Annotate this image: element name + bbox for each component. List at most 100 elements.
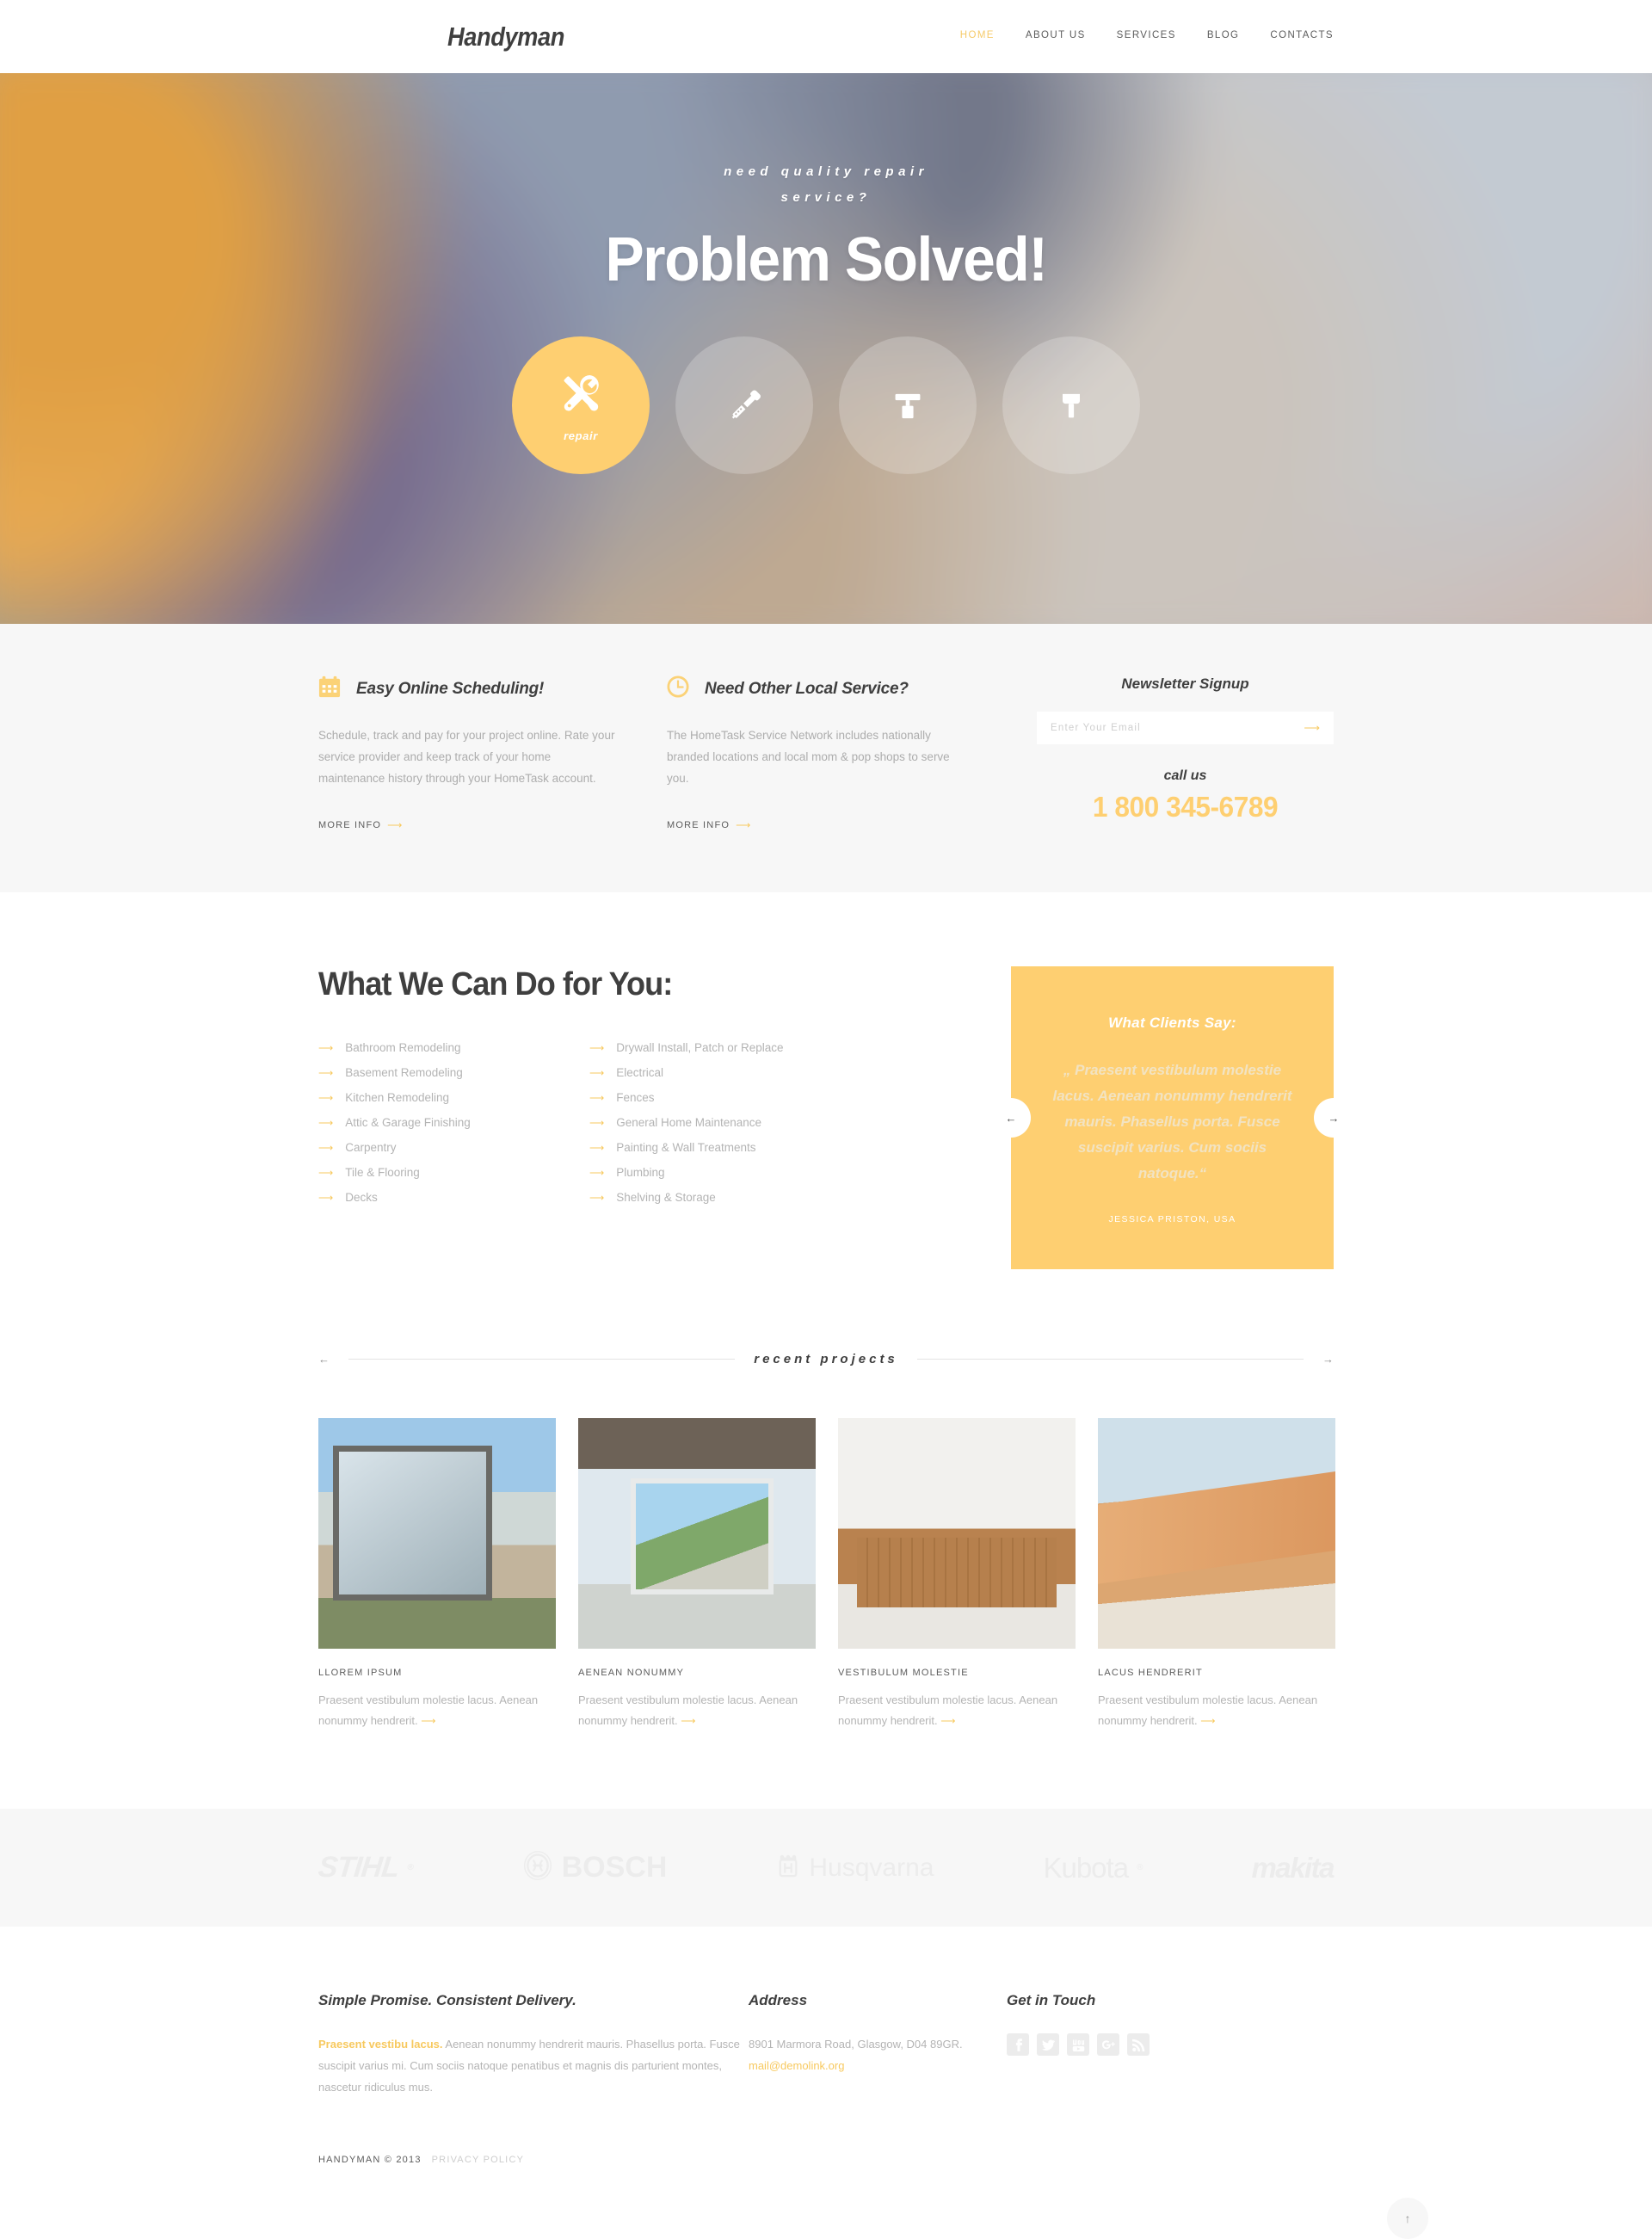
service-item[interactable]: ⟶ Bathroom Remodeling (318, 1041, 589, 1054)
feature-card-local-service: Need Other Local Service? The HomeTask S… (667, 675, 1015, 832)
nav-item-about-us[interactable]: ABOUT US (1026, 30, 1086, 40)
arrow-right-icon: ⟶ (318, 1067, 334, 1079)
arrow-right-icon: ⟶ (589, 1167, 605, 1179)
feature-more-info-scheduling[interactable]: MORE INFO ⟶ (318, 820, 404, 830)
projects-next-button[interactable]: → (1322, 1353, 1334, 1366)
service-item[interactable]: ⟶ Plumbing (589, 1166, 860, 1179)
arrow-right-icon: ⟶ (318, 1192, 334, 1204)
project-title: LACUS HENDRERIT (1098, 1668, 1203, 1678)
projects-grid: LLOREM IPSUM Praesent vestibulum molesti… (318, 1418, 1335, 1731)
site-logo[interactable]: Handyman (447, 22, 564, 52)
phone-number: 1 800 345-6789 (1092, 791, 1279, 823)
service-item[interactable]: ⟶ Drywall Install, Patch or Replace (589, 1041, 860, 1054)
nav-item-services[interactable]: SERVICES (1117, 30, 1176, 40)
hero-subtitle-line2: service? (780, 190, 872, 205)
nav-item-home[interactable]: HOME (960, 30, 995, 40)
service-item[interactable]: ⟶ Attic & Garage Finishing (318, 1116, 589, 1129)
service-item[interactable]: ⟶ Decks (318, 1191, 589, 1204)
brand-logo-husqvarna[interactable]: Husqvarna (776, 1852, 934, 1884)
services-list-right: ⟶ Drywall Install, Patch or Replace ⟶ Elec… (589, 1041, 860, 1216)
services-section: What We Can Do for You: ⟶ Bathroom Remode… (0, 892, 1652, 1269)
project-title: AENEAN NONUMMY (578, 1668, 685, 1678)
project-thumbnail[interactable] (1098, 1418, 1335, 1649)
hero-service-circles: repair (0, 336, 1652, 474)
recent-projects-section: ← recent projects → LLOREM IPSUM Praesen… (0, 1269, 1652, 1809)
project-thumbnail[interactable] (578, 1418, 816, 1649)
brand-logo-bosch[interactable]: BOSCH (522, 1850, 667, 1885)
feature-title-scheduling: Easy Online Scheduling! (356, 679, 545, 698)
brand-logo-makita[interactable]: makita (1251, 1851, 1335, 1884)
project-card[interactable]: LACUS HENDRERIT Praesent vestibulum mole… (1098, 1418, 1335, 1731)
testimonial-prev-button[interactable]: ← (991, 1098, 1031, 1138)
project-card[interactable]: AENEAN NONUMMY Praesent vestibulum moles… (578, 1418, 816, 1731)
footer-social-title: Get in Touch (1007, 1992, 1096, 2008)
hammer-icon (1054, 386, 1088, 425)
project-card[interactable]: LLOREM IPSUM Praesent vestibulum molesti… (318, 1418, 556, 1731)
back-to-top-button[interactable]: ↑ (1387, 2198, 1428, 2239)
hero-circle-hammer[interactable] (1002, 336, 1140, 474)
service-item-label: Attic & Garage Finishing (345, 1116, 471, 1129)
newsletter-signup: Newsletter Signup ⟶ call us 1 800 345-67… (1037, 675, 1334, 832)
service-item[interactable]: ⟶ Carpentry (318, 1141, 589, 1154)
footer-email-link[interactable]: mail@demolink.org (749, 2059, 844, 2072)
arrow-right-icon[interactable]: ⟶ (681, 1715, 695, 1727)
rss-icon[interactable] (1127, 2033, 1150, 2056)
service-item[interactable]: ⟶ Kitchen Remodeling (318, 1091, 589, 1104)
service-item[interactable]: ⟶ Basement Remodeling (318, 1066, 589, 1079)
testimonial-next-button[interactable]: → (1314, 1098, 1353, 1138)
arrow-right-icon[interactable]: ⟶ (421, 1715, 435, 1727)
service-item-label: Shelving & Storage (616, 1191, 716, 1204)
feature-more-label-local-service: MORE INFO (667, 820, 730, 830)
feature-text-local-service: The HomeTask Service Network includes na… (667, 729, 950, 785)
service-item[interactable]: ⟶ Electrical (589, 1066, 860, 1079)
footer-about-text: Praesent vestibu lacus. Aenean nonummy h… (318, 2033, 749, 2098)
service-item[interactable]: ⟶ Tile & Flooring (318, 1166, 589, 1179)
nav-item-blog[interactable]: BLOG (1207, 30, 1240, 40)
feature-more-info-local-service[interactable]: MORE INFO ⟶ (667, 820, 752, 830)
projects-prev-button[interactable]: ← (318, 1353, 330, 1366)
hero-circle-paint-roller[interactable] (839, 336, 977, 474)
newsletter-email-input[interactable] (1051, 723, 1304, 733)
arrow-right-icon[interactable]: ⟶ (1200, 1715, 1215, 1727)
brand-label-makita: makita (1251, 1851, 1335, 1884)
service-item[interactable]: ⟶ General Home Maintenance (589, 1116, 860, 1129)
service-item[interactable]: ⟶ Fences (589, 1091, 860, 1104)
site-footer: Simple Promise. Consistent Delivery. Pra… (0, 1927, 1652, 2239)
call-us-label: call us (1163, 768, 1207, 783)
brand-label-husqvarna: Husqvarna (809, 1853, 934, 1882)
clock-icon (667, 675, 689, 702)
service-item-label: Basement Remodeling (345, 1066, 463, 1079)
project-card[interactable]: VESTIBULUM MOLESTIE Praesent vestibulum … (838, 1418, 1076, 1731)
hero-circle-label-repair: repair (564, 429, 598, 442)
arrow-right-icon: ⟶ (387, 819, 404, 831)
youtube-icon[interactable] (1067, 2033, 1089, 2056)
service-item-label: Electrical (616, 1066, 663, 1079)
privacy-policy-link[interactable]: PRIVACY POLICY (432, 2155, 524, 2165)
arrow-right-icon: ⟶ (589, 1142, 605, 1154)
service-item[interactable]: ⟶ Painting & Wall Treatments (589, 1141, 860, 1154)
testimonial-heading: What Clients Say: (1108, 1015, 1236, 1031)
features-section: Easy Online Scheduling! Schedule, track … (0, 624, 1652, 892)
hero-title: Problem Solved! (605, 225, 1048, 294)
arrow-right-icon: ⟶ (589, 1042, 605, 1054)
service-item-label: Decks (345, 1191, 378, 1204)
facebook-icon[interactable] (1007, 2033, 1029, 2056)
project-thumbnail[interactable] (838, 1418, 1076, 1649)
hero-circle-screwdriver[interactable] (675, 336, 813, 474)
brand-logo-kubota[interactable]: Kubota ® (1043, 1852, 1143, 1884)
newsletter-submit-button[interactable]: ⟶ (1304, 721, 1320, 735)
arrow-right-icon: ⟶ (318, 1117, 334, 1129)
arrow-right-icon: ⟶ (1304, 721, 1320, 734)
hero-subtitle-line1: need quality repair (724, 164, 928, 179)
brand-logo-stihl[interactable]: STIHL ® (317, 1851, 415, 1884)
twitter-icon[interactable] (1037, 2033, 1059, 2056)
hero-circle-repair[interactable]: repair (512, 336, 650, 474)
wrench-screwdriver-icon (557, 369, 605, 417)
arrow-right-icon[interactable]: ⟶ (940, 1715, 955, 1727)
project-thumbnail[interactable] (318, 1418, 556, 1649)
arrow-right-icon: ⟶ (318, 1042, 334, 1054)
nav-item-contacts[interactable]: CONTACTS (1270, 30, 1334, 40)
arrow-right-icon: ⟶ (589, 1117, 605, 1129)
service-item[interactable]: ⟶ Shelving & Storage (589, 1191, 860, 1204)
googleplus-icon[interactable] (1097, 2033, 1119, 2056)
